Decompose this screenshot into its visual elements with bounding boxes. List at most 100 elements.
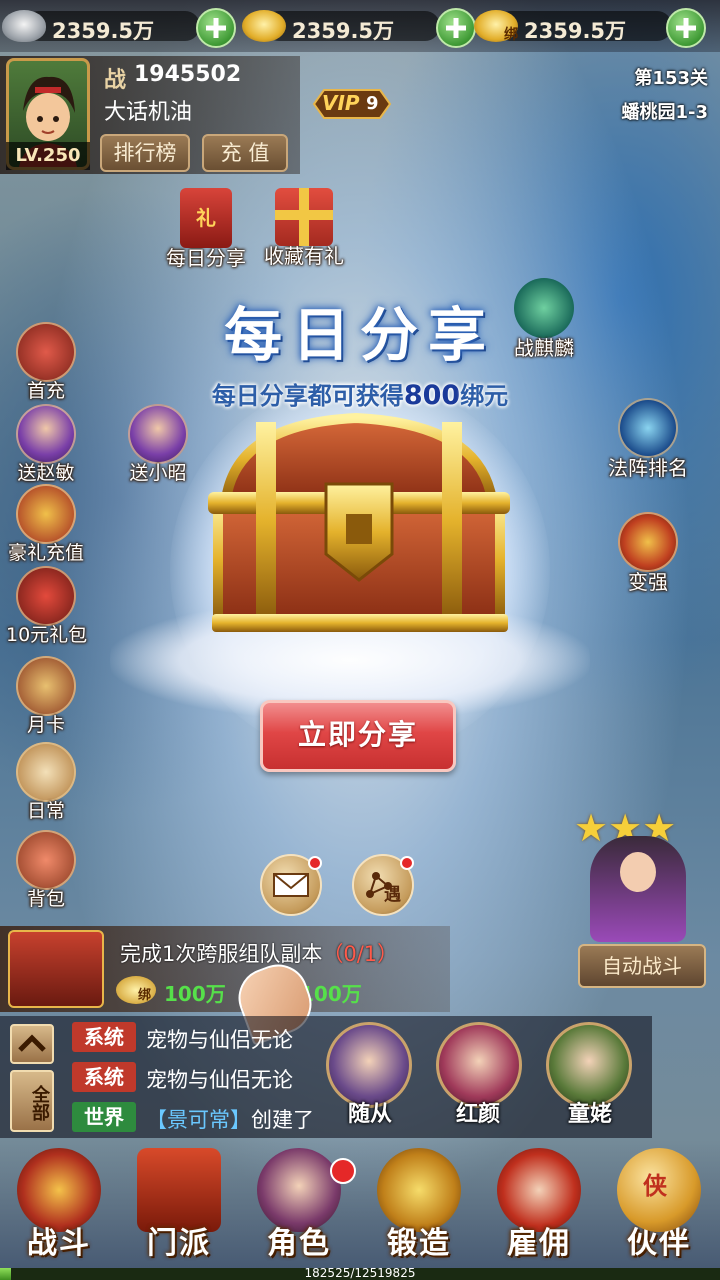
nav-character-label: 角色	[267, 1226, 331, 1261]
partner-gourd-icon: 侠	[617, 1148, 701, 1232]
first-recharge-entry[interactable]: 首充	[6, 322, 86, 403]
xiao-zhao-portrait-icon	[128, 404, 188, 464]
player-level: LV.250	[6, 142, 90, 170]
nav-battle-label: 战斗	[27, 1226, 91, 1261]
vip-label: VIP	[322, 91, 360, 115]
monthly-card-icon	[16, 656, 76, 716]
treasure-chest-icon	[16, 484, 76, 544]
partner-glyph: 侠	[643, 1172, 667, 1200]
add-bound-gold-button[interactable]	[666, 8, 706, 48]
stage-level: 第153关	[634, 68, 708, 89]
silver-ingot-icon	[2, 10, 46, 42]
backpack-label: 背包	[26, 888, 65, 910]
power-label: 战	[104, 68, 127, 93]
exp-text: 182525/12519825	[304, 1266, 416, 1280]
encounter-glyph: 遇	[384, 885, 401, 905]
character-notification-dot	[330, 1158, 356, 1184]
nav-sect-label: 门派	[147, 1226, 211, 1261]
nav-hire-label: 雇佣	[507, 1226, 571, 1261]
mail-notification-dot	[308, 856, 322, 870]
companion-figure	[590, 836, 686, 942]
recharge-button[interactable]: 充 值	[202, 134, 288, 172]
bound-gold-icon: 绑	[474, 10, 518, 43]
luxury-recharge-label: 豪礼充值	[7, 542, 84, 564]
gold-value: 2359.5万	[292, 19, 395, 43]
monthly-card-label: 月卡	[26, 714, 65, 736]
daily-share-entry[interactable]: 礼 每日分享	[166, 188, 246, 271]
favorite-gift-entry[interactable]: 收藏有礼	[264, 188, 344, 269]
auto-battle-button[interactable]: 自动战斗	[578, 944, 706, 988]
chat-message-text: 宠物与仙侣无论	[146, 1068, 293, 1092]
encounter-notification-dot	[400, 856, 414, 870]
chat-expand-button[interactable]	[10, 1024, 54, 1064]
formation-rank-label: 法阵排名	[608, 456, 688, 480]
xiao-zhao-entry[interactable]: 送小昭	[118, 404, 198, 485]
add-gold-button[interactable]	[436, 8, 476, 48]
power-up-icon	[618, 512, 678, 572]
popup-title: 每日分享	[223, 301, 496, 369]
gold-ingot-icon	[242, 10, 286, 42]
ten-yuan-pack-label: 10元礼包	[6, 624, 88, 646]
quest-reward-1: 100万	[164, 982, 226, 1006]
first-recharge-label: 首充	[26, 380, 65, 402]
vortex-icon	[618, 398, 678, 458]
quest-chest-icon	[8, 930, 104, 1008]
chat-channel-tag: 系统	[72, 1022, 136, 1052]
vip-level: 9	[366, 93, 379, 114]
vip-badge[interactable]: VIP 9	[310, 86, 392, 122]
share-now-button[interactable]: 立即分享	[260, 700, 456, 772]
star-icon: ★	[574, 806, 609, 850]
chat-message-text: 【景可常】创建了	[146, 1104, 314, 1134]
daily-tasks-label: 日常	[26, 800, 65, 822]
stage-map: 蟠桃园1-3	[621, 102, 708, 123]
zhao-min-portrait-icon	[16, 404, 76, 464]
backpack-entry[interactable]: 背包	[6, 830, 86, 911]
chevron-up-icon	[18, 1034, 46, 1052]
ten-yuan-pack-entry[interactable]: 10元礼包	[6, 566, 88, 647]
nav-battle[interactable]: 战斗	[4, 1148, 114, 1268]
red-envelope-glyph: 礼	[196, 206, 216, 230]
chat-channel-tag: 系统	[72, 1062, 136, 1092]
bound-badge: 绑	[504, 27, 518, 43]
monthly-card-entry[interactable]: 月卡	[6, 656, 86, 737]
quest-progress: （0/1）	[322, 942, 399, 966]
gift-box-icon	[275, 188, 333, 246]
player-name: 大话机油	[104, 100, 193, 125]
power-value: 1945502	[134, 62, 242, 87]
scroll-icon	[16, 742, 76, 802]
chat-message-body: 创建了	[251, 1108, 314, 1132]
nav-partner[interactable]: 侠 伙伴	[604, 1148, 714, 1268]
follower-label: 随从	[347, 1102, 392, 1127]
bound-gold-value: 2359.5万	[524, 19, 627, 43]
zhao-min-label: 送赵敏	[17, 462, 75, 484]
luxury-recharge-entry[interactable]: 豪礼充值	[6, 484, 86, 565]
power-up-entry[interactable]: 变强	[608, 512, 688, 595]
formation-rank-entry[interactable]: 法阵排名	[608, 398, 688, 481]
quest-title: 完成1次跨服组队副本	[120, 942, 323, 966]
bound-gold-reward-icon: 绑	[116, 976, 156, 1004]
nav-forge[interactable]: 锻造	[364, 1148, 474, 1268]
treasure-chest-icon	[208, 412, 510, 632]
zhao-min-entry[interactable]: 送赵敏	[6, 404, 86, 485]
chat-all-channel-button[interactable]: 全部	[10, 1070, 54, 1132]
consort-label: 红颜	[455, 1102, 500, 1127]
quest-text: 完成1次跨服组队副本（0/1）	[120, 938, 398, 968]
chat-message-text: 宠物与仙侣无论	[146, 1028, 293, 1052]
daily-tasks-entry[interactable]: 日常	[6, 742, 86, 823]
xiao-zhao-label: 送小昭	[129, 462, 187, 484]
red-envelope-icon: 礼	[180, 188, 232, 248]
ranking-button[interactable]: 排行榜	[100, 134, 190, 172]
money-bag-icon	[16, 322, 76, 382]
reward-bound-badge: 绑	[138, 988, 152, 1003]
nav-sect[interactable]: 门派	[124, 1148, 234, 1268]
chat-channel-tag: 世界	[72, 1102, 136, 1132]
gift-pack-icon	[16, 566, 76, 626]
backpack-icon	[16, 830, 76, 890]
nav-hire[interactable]: 雇佣	[484, 1148, 594, 1268]
chat-player-name: 【景可常】	[146, 1108, 251, 1132]
add-silver-button[interactable]	[196, 8, 236, 48]
power-up-label: 变强	[628, 570, 668, 594]
tonglao-label: 童姥	[567, 1102, 612, 1127]
silver-value: 2359.5万	[52, 19, 155, 43]
nav-forge-label: 锻造	[387, 1226, 451, 1261]
